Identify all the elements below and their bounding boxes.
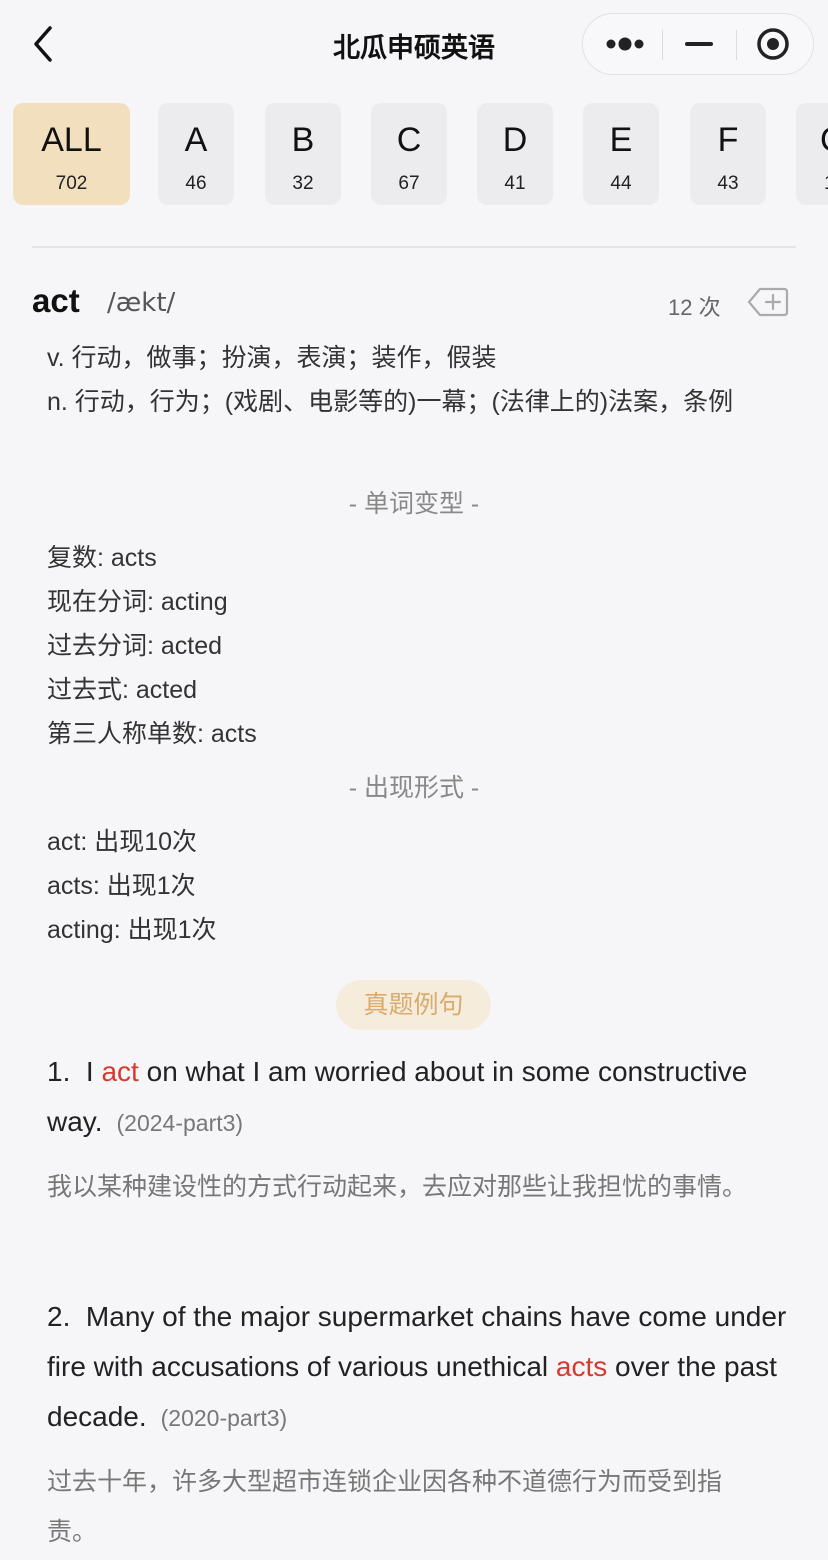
- tab-f[interactable]: F 43: [690, 103, 766, 205]
- occurrence-item: act: 出现10次: [47, 828, 198, 856]
- close-target-icon: [757, 28, 789, 60]
- example-highlight: act: [101, 1056, 139, 1087]
- example-source: (2020-part3): [160, 1405, 288, 1431]
- example-sentence: 2. Many of the major supermarket chains …: [47, 1292, 787, 1443]
- tab-b[interactable]: B 32: [265, 103, 341, 205]
- example-translation: 我以某种建设性的方式行动起来，去应对那些让我担忧的事情。: [47, 1173, 748, 1201]
- tab-letter: E: [609, 121, 633, 159]
- tab-a[interactable]: A 46: [158, 103, 234, 205]
- divider: [32, 246, 796, 248]
- tab-c[interactable]: C 67: [371, 103, 447, 205]
- tab-letter: D: [502, 121, 528, 159]
- word-phonetic: /ækt/: [107, 288, 176, 318]
- word-form: 现在分词: acting: [47, 588, 228, 616]
- tab-count: 1: [824, 173, 828, 195]
- example-number: 1.: [47, 1056, 71, 1087]
- occurrence-item: acting: 出现1次: [47, 916, 217, 944]
- tab-count: 43: [717, 173, 739, 194]
- tab-count: 32: [292, 173, 314, 194]
- letter-tabs: ALL 702 A 46 B 32 C 67 D 41 E 44 F 43 G …: [0, 100, 828, 208]
- tab-letter: F: [717, 121, 739, 159]
- example-translation: 过去十年，许多大型超市连锁企业因各种不道德行为而受到指责。: [47, 1468, 723, 1546]
- tab-letter: C: [396, 121, 422, 159]
- minimize-icon: [685, 42, 713, 46]
- tab-d[interactable]: D 41: [477, 103, 553, 205]
- definition-verb: v. 行动，做事；扮演，表演；装作，假装: [47, 344, 497, 372]
- tab-count: 44: [610, 173, 632, 194]
- example-sentence: 1. I act on what I am worried about in s…: [47, 1047, 787, 1148]
- close-button[interactable]: [735, 14, 811, 73]
- mini-program-capsule: [582, 13, 814, 75]
- example-highlight: acts: [555, 1351, 608, 1382]
- add-tag-icon: [747, 287, 789, 317]
- example-source: (2024-part3): [116, 1110, 244, 1136]
- occurrence-count: 12 次: [668, 295, 721, 320]
- word-form: 过去分词: acted: [47, 632, 223, 660]
- word-form: 复数: acts: [47, 544, 157, 572]
- tab-e[interactable]: E 44: [583, 103, 659, 205]
- word-form: 第三人称单数: acts: [47, 720, 257, 748]
- minimize-button[interactable]: [661, 14, 737, 73]
- tab-count: 702: [55, 173, 88, 194]
- tab-count: 67: [398, 173, 420, 194]
- word-headword: act: [32, 282, 80, 319]
- examples-label: 真题例句: [336, 980, 491, 1030]
- occurrences-heading: - 出现形式 -: [348, 774, 480, 802]
- word-form: 过去式: acted: [47, 676, 198, 704]
- forms-heading: - 单词变型 -: [348, 490, 480, 518]
- definition-noun: n. 行动，行为；(戏剧、电影等的)一幕；(法律上的)法案，条例: [47, 388, 734, 416]
- more-button[interactable]: [585, 14, 661, 73]
- tab-all[interactable]: ALL 702: [13, 103, 130, 205]
- tab-g[interactable]: G 1: [796, 103, 828, 205]
- add-to-wordbook-button[interactable]: [746, 286, 790, 318]
- tab-count: 46: [185, 173, 207, 194]
- example-number: 2.: [47, 1301, 71, 1332]
- tab-letter: A: [184, 121, 208, 159]
- tab-letter: G: [820, 121, 828, 160]
- tab-letter: B: [291, 121, 315, 159]
- nav-bar: 北瓜申硕英语: [0, 0, 828, 92]
- tab-count: 41: [504, 173, 526, 194]
- example-text-pre: I: [85, 1056, 102, 1087]
- tab-letter: ALL: [41, 121, 102, 159]
- more-dots-icon: [606, 37, 644, 51]
- occurrence-item: acts: 出现1次: [47, 872, 196, 900]
